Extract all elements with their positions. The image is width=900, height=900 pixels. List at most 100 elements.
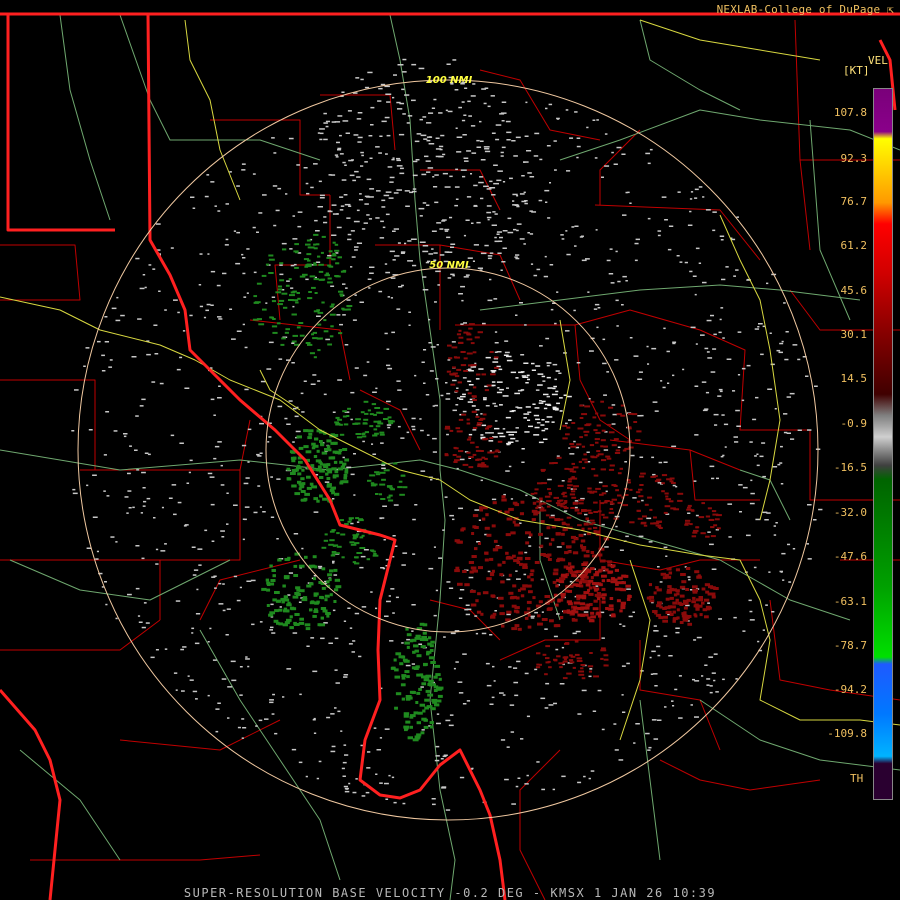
echo-pixel: [371, 443, 374, 445]
echo-pixel: [491, 451, 495, 454]
echo-pixel: [331, 303, 335, 306]
echo-pixel: [352, 561, 357, 564]
echo-pixel: [459, 589, 465, 591]
echo-pixel: [594, 157, 598, 159]
echo-pixel: [511, 627, 518, 631]
echo-pixel: [633, 421, 638, 423]
echo-pixel: [504, 340, 509, 342]
echo-pixel: [135, 257, 140, 260]
echo-pixel: [632, 497, 637, 499]
echo-pixel: [317, 380, 321, 382]
echo-pixel: [411, 691, 416, 694]
echo-pixel: [506, 746, 510, 748]
echo-pixel: [141, 398, 146, 401]
echo-pixel: [617, 446, 621, 448]
echo-pixel: [544, 707, 549, 709]
echo-pixel: [375, 146, 380, 148]
echo-pixel: [120, 314, 125, 317]
echo-pixel: [373, 428, 378, 431]
echo-pixel: [670, 507, 676, 510]
echo-pixel: [501, 498, 507, 502]
echo-pixel: [773, 534, 777, 536]
echo-pixel: [525, 557, 531, 560]
echo-pixel: [477, 267, 484, 269]
echo-pixel: [206, 303, 211, 306]
echo-pixel: [510, 531, 516, 535]
echo-pixel: [574, 225, 579, 227]
echo-pixel: [589, 491, 595, 494]
echo-pixel: [611, 404, 616, 406]
echo-pixel: [433, 186, 438, 188]
echo-pixel: [286, 668, 292, 670]
echo-pixel: [577, 512, 583, 515]
echo-pixel: [258, 212, 263, 214]
echo-pixel: [468, 384, 474, 386]
echo-pixel: [746, 364, 751, 367]
echo-pixel: [538, 199, 543, 202]
echo-pixel: [621, 153, 626, 155]
echo-pixel: [706, 351, 710, 353]
echo-pixel: [588, 619, 595, 623]
echo-pixel: [418, 207, 425, 210]
echo-pixel: [507, 217, 512, 220]
echo-pixel: [500, 112, 507, 114]
echo-pixel: [527, 411, 532, 413]
echo-pixel: [337, 147, 342, 150]
echo-pixel: [361, 606, 367, 608]
echo-pixel: [356, 118, 362, 120]
echo-pixel: [398, 286, 403, 288]
echo-pixel: [334, 637, 339, 640]
echo-pixel: [443, 754, 448, 756]
echo-pixel: [489, 180, 493, 183]
echo-pixel: [221, 536, 225, 538]
echo-pixel: [543, 509, 547, 512]
echo-pixel: [383, 407, 390, 410]
echo-pixel: [626, 598, 631, 601]
echo-pixel: [423, 718, 428, 722]
echo-pixel: [536, 652, 541, 655]
echo-pixel: [339, 209, 344, 211]
echo-pixel: [509, 596, 515, 600]
echo-pixel: [328, 456, 335, 460]
echo-pixel: [346, 415, 350, 417]
echo-pixel: [510, 437, 516, 440]
echo-pixel: [324, 598, 328, 602]
echo-pixel: [401, 697, 406, 701]
echo-pixel: [712, 229, 716, 232]
echo-pixel: [661, 490, 665, 493]
echo-pixel: [323, 216, 327, 218]
county-border: [80, 419, 251, 471]
echo-pixel: [583, 430, 590, 433]
echo-pixel: [503, 354, 509, 356]
echo-pixel: [425, 674, 432, 678]
echo-pixel: [342, 448, 348, 451]
echo-pixel: [312, 555, 317, 559]
echo-pixel: [347, 520, 352, 523]
echo-pixel: [544, 189, 550, 192]
echo-pixel: [434, 664, 441, 668]
echo-pixel: [298, 446, 304, 450]
echo-pixel: [452, 366, 456, 369]
echo-pixel: [449, 216, 453, 219]
echo-pixel: [544, 595, 551, 598]
echo-pixel: [547, 660, 551, 663]
echo-pixel: [276, 621, 280, 625]
echo-pixel: [461, 299, 464, 302]
echo-pixel: [556, 613, 560, 615]
echo-pixel: [333, 568, 338, 572]
colorbar-th-label: TH: [850, 772, 864, 785]
echo-pixel: [513, 667, 518, 669]
echo-pixel: [283, 576, 290, 580]
echo-pixel: [431, 248, 434, 250]
echo-pixel: [489, 278, 492, 281]
echo-pixel: [486, 211, 492, 214]
echo-pixel: [227, 686, 233, 688]
echo-pixel: [515, 610, 520, 614]
echo-pixel: [440, 134, 445, 137]
echo-pixel: [388, 774, 391, 777]
echo-pixel: [605, 455, 611, 458]
echo-pixel: [346, 299, 351, 301]
echo-pixel: [487, 255, 493, 257]
echo-pixel: [451, 346, 458, 349]
echo-pixel: [643, 524, 648, 527]
